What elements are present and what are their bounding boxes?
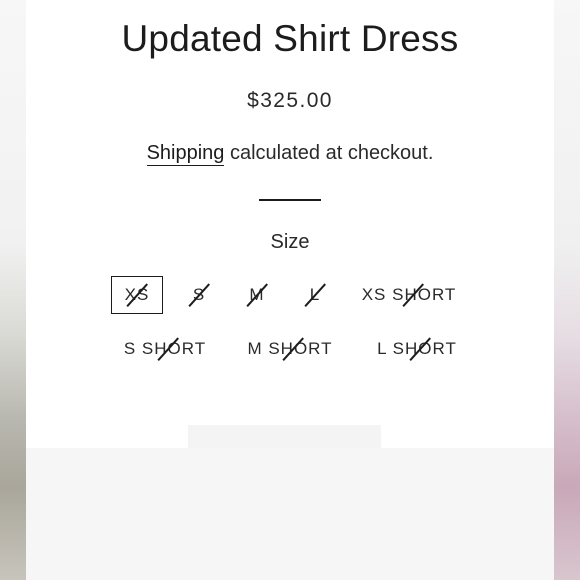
shipping-note-text: calculated at checkout. <box>224 142 434 164</box>
shipping-link[interactable]: Shipping <box>146 142 225 166</box>
size-option-xs-short[interactable]: XS SHORT <box>354 276 464 314</box>
size-option-label: L SHORT <box>377 339 457 358</box>
lower-panel <box>26 448 554 580</box>
divider <box>259 199 321 201</box>
product-price: $325.00 <box>247 89 333 112</box>
size-option-l[interactable]: L <box>294 276 336 314</box>
size-option-label: M SHORT <box>247 339 333 358</box>
shipping-note: Shipping calculated at checkout. <box>26 142 554 166</box>
size-option-l-short[interactable]: L SHORT <box>370 330 464 368</box>
screenshot-frame: Updated Shirt Dress $325.00 Shipping cal… <box>0 0 580 580</box>
size-label: Size <box>270 231 310 253</box>
size-option-m-short[interactable]: M SHORT <box>241 330 339 368</box>
size-option-s-short[interactable]: S SHORT <box>118 330 212 368</box>
size-option-xs[interactable]: XS <box>111 276 163 314</box>
background-photo-left-edge <box>0 0 26 580</box>
product-info-panel: Updated Shirt Dress $325.00 Shipping cal… <box>26 0 554 448</box>
size-option-s[interactable]: S <box>178 276 220 314</box>
background-photo-right-edge <box>554 0 580 580</box>
size-option-m[interactable]: M <box>236 276 278 314</box>
product-title: Updated Shirt Dress <box>121 18 459 59</box>
size-option-label: XS SHORT <box>361 285 457 304</box>
add-to-cart-button-placeholder[interactable] <box>188 425 381 448</box>
size-option-label: S SHORT <box>123 339 207 358</box>
